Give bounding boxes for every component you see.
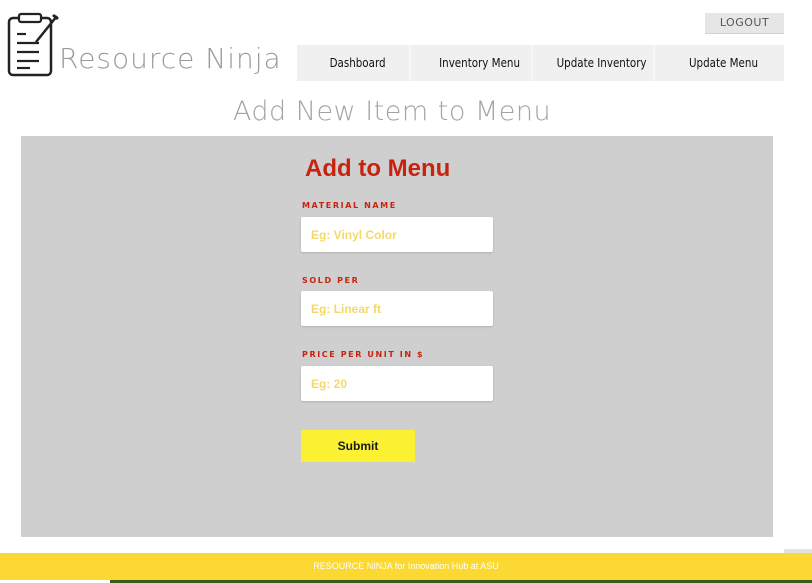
nav-item-update-menu[interactable]: Update Menu	[671, 45, 775, 81]
nav-item-dashboard[interactable]: Dashboard	[306, 45, 411, 81]
logout-button[interactable]: LOGOUT	[705, 13, 784, 34]
price-per-unit-label: PRICE PER UNIT IN $	[302, 350, 425, 359]
nav-item-update-inventory[interactable]: Update Inventory	[550, 45, 655, 81]
material-name-input[interactable]	[301, 217, 493, 252]
submit-button[interactable]: Submit	[301, 430, 415, 462]
brand-name: Resource Ninja	[59, 42, 282, 75]
form-title: Add to Menu	[305, 155, 451, 182]
sold-per-input[interactable]	[301, 291, 493, 326]
top-nav: Dashboard Inventory Menu Update Inventor…	[297, 45, 784, 81]
nav-item-inventory-menu[interactable]: Inventory Menu	[428, 45, 533, 81]
price-per-unit-input[interactable]	[301, 366, 493, 401]
page-title: Add New Item to Menu	[232, 96, 552, 127]
sold-per-label: SOLD PER	[302, 276, 360, 285]
form-panel	[21, 136, 773, 537]
clipboard-checklist-icon	[6, 12, 60, 78]
material-name-label: MATERIAL NAME	[302, 201, 397, 210]
footer: RESOURCE NINJA for Innovation Hub at ASU	[0, 553, 812, 580]
